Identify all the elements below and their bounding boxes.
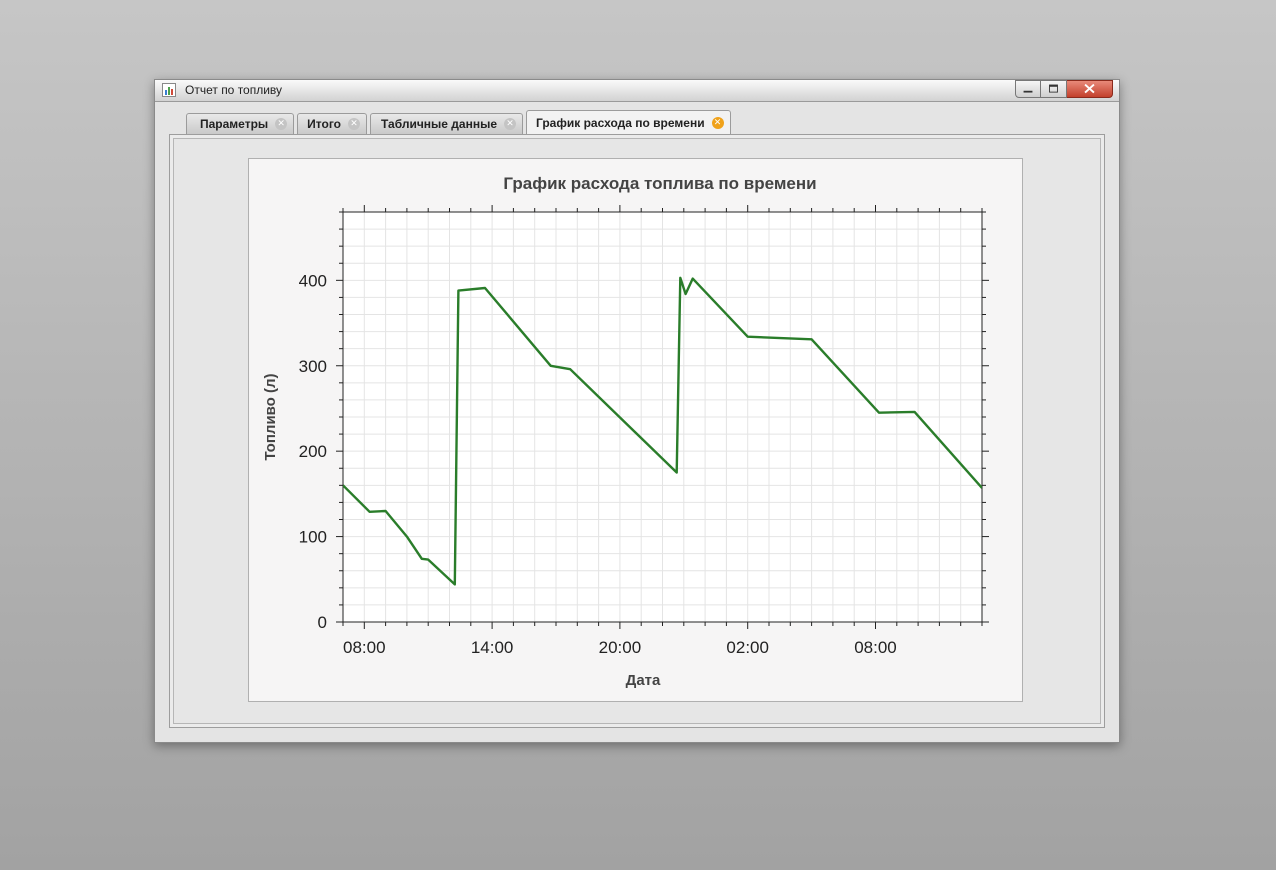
- x-tick-label: 20:00: [599, 638, 642, 657]
- x-tick-label: 08:00: [343, 638, 386, 657]
- tab-close-icon[interactable]: ✕: [711, 117, 724, 129]
- tab-label: Итого: [307, 117, 341, 131]
- y-tick-label: 200: [299, 442, 327, 461]
- x-tick-label: 14:00: [471, 638, 514, 657]
- window-controls: [1015, 80, 1113, 99]
- y-tick-label: 0: [318, 613, 327, 632]
- y-tick-label: 400: [299, 271, 327, 290]
- minimize-icon: [1023, 90, 1033, 93]
- chart-panel: График расхода топлива по времени Дата Т…: [248, 158, 1023, 702]
- y-axis-label: Топливо (л): [262, 373, 279, 460]
- tab-table-data[interactable]: Табличные данные ✕: [370, 113, 523, 134]
- tab-label: Параметры: [200, 117, 269, 131]
- tab-label: Табличные данные: [381, 117, 497, 131]
- tab-strip: Параметры ✕ Итого ✕ Табличные данные ✕ Г…: [186, 110, 734, 135]
- minimize-button[interactable]: [1015, 80, 1041, 98]
- fuel-chart: График расхода топлива по времени Дата Т…: [262, 174, 989, 689]
- tab-close-icon[interactable]: ✕: [348, 118, 360, 130]
- maximize-button[interactable]: [1041, 80, 1067, 98]
- window-title: Отчет по топливу: [185, 83, 283, 97]
- x-tick-label: 08:00: [854, 638, 897, 657]
- x-axis-label: Дата: [626, 672, 661, 689]
- x-tick-labels: 08:00 14:00 20:00 02:00 08:00: [343, 638, 897, 657]
- close-icon: [1084, 83, 1095, 94]
- close-button[interactable]: [1067, 80, 1113, 98]
- tab-label: График расхода по времени: [536, 116, 705, 130]
- y-tick-label: 100: [299, 528, 327, 547]
- maximize-icon: [1049, 84, 1058, 93]
- chart-app-icon: [162, 83, 176, 97]
- tab-close-icon[interactable]: ✕: [275, 118, 288, 130]
- tab-parameters[interactable]: Параметры ✕: [186, 113, 295, 134]
- tab-total[interactable]: Итого ✕: [297, 113, 367, 134]
- y-tick-labels: 0 100 200 300 400: [299, 271, 327, 632]
- y-tick-label: 300: [299, 357, 327, 376]
- title-bar[interactable]: Отчет по топливу: [155, 80, 1119, 102]
- chart-title: График расхода топлива по времени: [503, 174, 816, 193]
- chart-grid: [342, 211, 983, 623]
- report-window: Отчет по топливу Параметры ✕ Итого ✕ Таб…: [154, 79, 1120, 743]
- tab-close-icon[interactable]: ✕: [504, 118, 516, 130]
- x-tick-label: 02:00: [726, 638, 769, 657]
- tab-time-chart[interactable]: График расхода по времени ✕: [526, 110, 731, 135]
